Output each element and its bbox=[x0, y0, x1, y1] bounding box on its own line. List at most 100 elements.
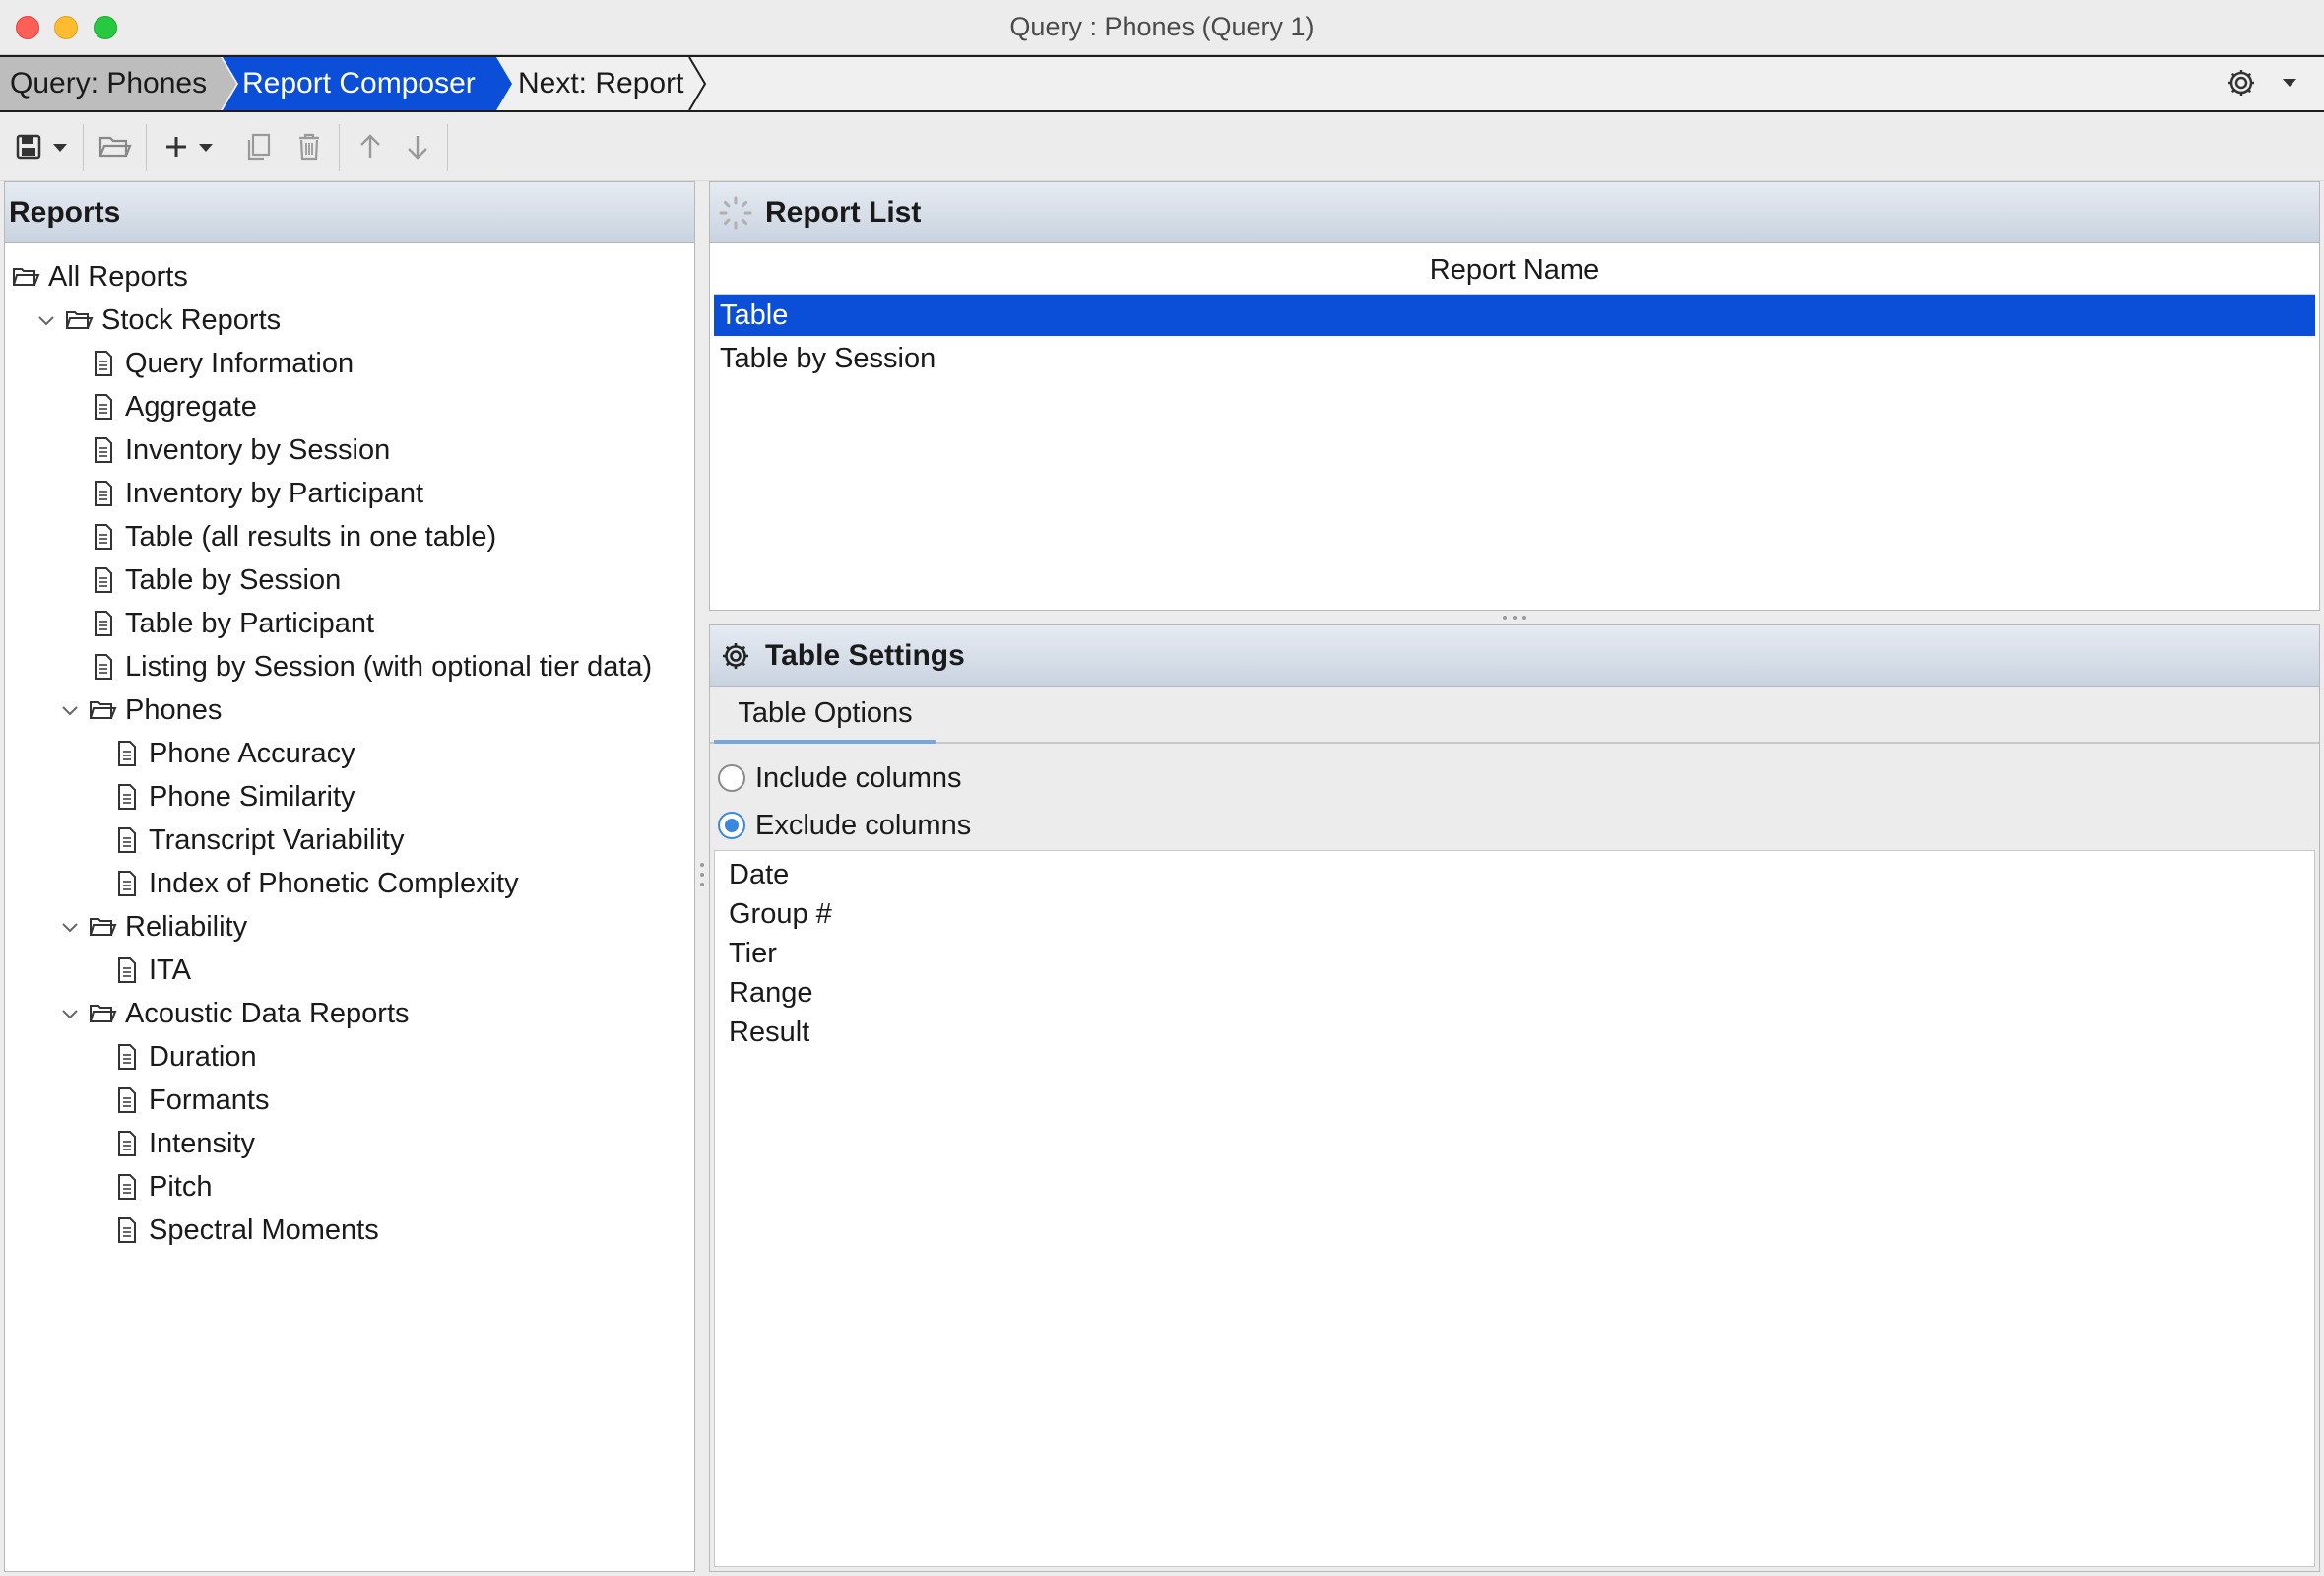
reports-panel-title: Reports bbox=[9, 196, 121, 229]
gear-icon bbox=[723, 643, 748, 669]
include-columns-option[interactable]: Include columns bbox=[718, 755, 962, 801]
tree-item-label: Table by Session bbox=[125, 563, 342, 596]
tree-report-item[interactable]: Intensity bbox=[82, 1124, 255, 1163]
column-item-result[interactable]: Result bbox=[729, 1013, 809, 1052]
settings-menu-button[interactable] bbox=[2224, 65, 2306, 100]
tree-report-item[interactable]: Phone Similarity bbox=[82, 777, 355, 817]
spinner-icon bbox=[719, 196, 752, 230]
document-icon bbox=[111, 955, 141, 985]
tree-item-label: Reliability bbox=[125, 910, 248, 943]
chevron-down-icon bbox=[2283, 79, 2296, 87]
document-icon bbox=[111, 1215, 141, 1245]
toolbar-separator bbox=[83, 124, 84, 171]
reports-panel: Reports All Reports Stock Reports Query In… bbox=[4, 181, 695, 1572]
tree-report-item[interactable]: Duration bbox=[82, 1037, 257, 1077]
document-icon bbox=[111, 1172, 141, 1202]
tree-report-item[interactable]: Query Information bbox=[58, 344, 354, 383]
tree-report-item[interactable]: Table (all results in one table) bbox=[58, 517, 496, 557]
column-item-range[interactable]: Range bbox=[729, 973, 812, 1013]
column-item-date[interactable]: Date bbox=[729, 855, 789, 894]
tree-report-item[interactable]: Inventory by Session bbox=[58, 430, 390, 470]
add-icon bbox=[166, 137, 213, 157]
chevron-down-icon[interactable] bbox=[58, 1002, 82, 1025]
save-button[interactable] bbox=[10, 128, 71, 165]
document-icon bbox=[88, 565, 117, 595]
tree-folder-item[interactable]: All Reports bbox=[11, 257, 188, 296]
reports-panel-header: Reports bbox=[5, 182, 694, 243]
tree-report-item[interactable]: Formants bbox=[82, 1081, 269, 1120]
tree-report-item[interactable]: Pitch bbox=[82, 1167, 212, 1207]
folder-icon bbox=[88, 912, 117, 942]
settings-tab-strip: Table Options bbox=[710, 687, 2319, 744]
report-name-column-header[interactable]: Report Name bbox=[714, 245, 2315, 295]
table-settings-panel: Table Settings Table Options Include col… bbox=[709, 624, 2320, 1572]
tree-report-item[interactable]: Listing by Session (with optional tier d… bbox=[58, 647, 652, 687]
breadcrumb-item-next-report[interactable]: Next: Report bbox=[504, 57, 701, 110]
tree-item-label: Spectral Moments bbox=[149, 1214, 379, 1246]
tree-item-label: Phone Similarity bbox=[149, 780, 355, 813]
report-list-row-table-by-session[interactable]: Table by Session bbox=[714, 338, 2315, 379]
tree-report-item[interactable]: Index of Phonetic Complexity bbox=[82, 864, 519, 903]
splitter-grip bbox=[700, 873, 704, 877]
tree-report-item[interactable]: ITA bbox=[82, 951, 191, 990]
tree-folder-item[interactable]: Reliability bbox=[58, 907, 247, 947]
vertical-splitter[interactable] bbox=[695, 181, 709, 1572]
tree-folder-item[interactable]: Phones bbox=[58, 690, 222, 730]
breadcrumb-item-report-composer[interactable]: Report Composer bbox=[226, 57, 502, 110]
tree-item-label: Formants bbox=[149, 1084, 270, 1116]
tab-table-options[interactable]: Table Options bbox=[714, 687, 936, 744]
column-item-group[interactable]: Group # bbox=[729, 894, 832, 934]
open-button[interactable] bbox=[95, 128, 134, 165]
chevron-down-icon[interactable] bbox=[34, 308, 58, 332]
tree-report-item[interactable]: Table by Participant bbox=[58, 604, 374, 643]
tree-item-label: Phones bbox=[125, 693, 223, 726]
tree-item-label: All Reports bbox=[48, 260, 188, 293]
table-settings-header: Table Settings bbox=[710, 625, 2319, 687]
document-icon bbox=[111, 825, 141, 855]
tree-report-item[interactable]: Table by Session bbox=[58, 560, 341, 600]
column-item-tier[interactable]: Tier bbox=[729, 934, 777, 973]
move-down-button[interactable] bbox=[398, 128, 437, 165]
tree-report-item[interactable]: Inventory by Participant bbox=[58, 474, 423, 513]
tree-report-item[interactable]: Aggregate bbox=[58, 387, 257, 427]
arrow-down-icon bbox=[408, 136, 427, 160]
add-report-button[interactable] bbox=[158, 128, 223, 165]
arrow-up-icon bbox=[360, 134, 380, 158]
report-list-title: Report List bbox=[765, 196, 922, 229]
move-up-button[interactable] bbox=[351, 128, 390, 165]
include-columns-radio[interactable] bbox=[718, 764, 745, 792]
splitter-grip bbox=[700, 883, 704, 886]
chevron-down-icon[interactable] bbox=[58, 915, 82, 939]
tree-report-item[interactable]: Phone Accuracy bbox=[82, 734, 355, 773]
chevron-down-icon[interactable] bbox=[58, 698, 82, 722]
tree-folder-item[interactable]: Acoustic Data Reports bbox=[58, 994, 410, 1033]
breadcrumb: Query: Phones Report Composer Next: Repo… bbox=[0, 55, 2324, 112]
exclude-columns-option[interactable]: Exclude columns bbox=[718, 803, 971, 848]
window-title: Query : Phones (Query 1) bbox=[1009, 12, 1315, 41]
tree-report-item[interactable]: Spectral Moments bbox=[82, 1211, 379, 1250]
exclude-columns-radio[interactable] bbox=[718, 812, 745, 839]
columns-list[interactable]: Date Group # Tier Range Result bbox=[714, 850, 2315, 1567]
tree-item-label: Table (all results in one table) bbox=[125, 520, 497, 553]
report-list-row-table[interactable]: Table bbox=[714, 295, 2315, 336]
delete-button[interactable] bbox=[290, 128, 329, 165]
open-folder-icon bbox=[98, 136, 132, 158]
breadcrumb-item-query[interactable]: Query: Phones bbox=[0, 57, 225, 110]
tree-report-item[interactable]: Transcript Variability bbox=[82, 821, 404, 860]
tree-folder-item[interactable]: Stock Reports bbox=[34, 300, 281, 340]
duplicate-button[interactable] bbox=[240, 128, 280, 165]
document-icon bbox=[111, 782, 141, 812]
title-bar: Query : Phones (Query 1) bbox=[0, 0, 2324, 55]
horizontal-splitter[interactable] bbox=[709, 611, 2320, 624]
